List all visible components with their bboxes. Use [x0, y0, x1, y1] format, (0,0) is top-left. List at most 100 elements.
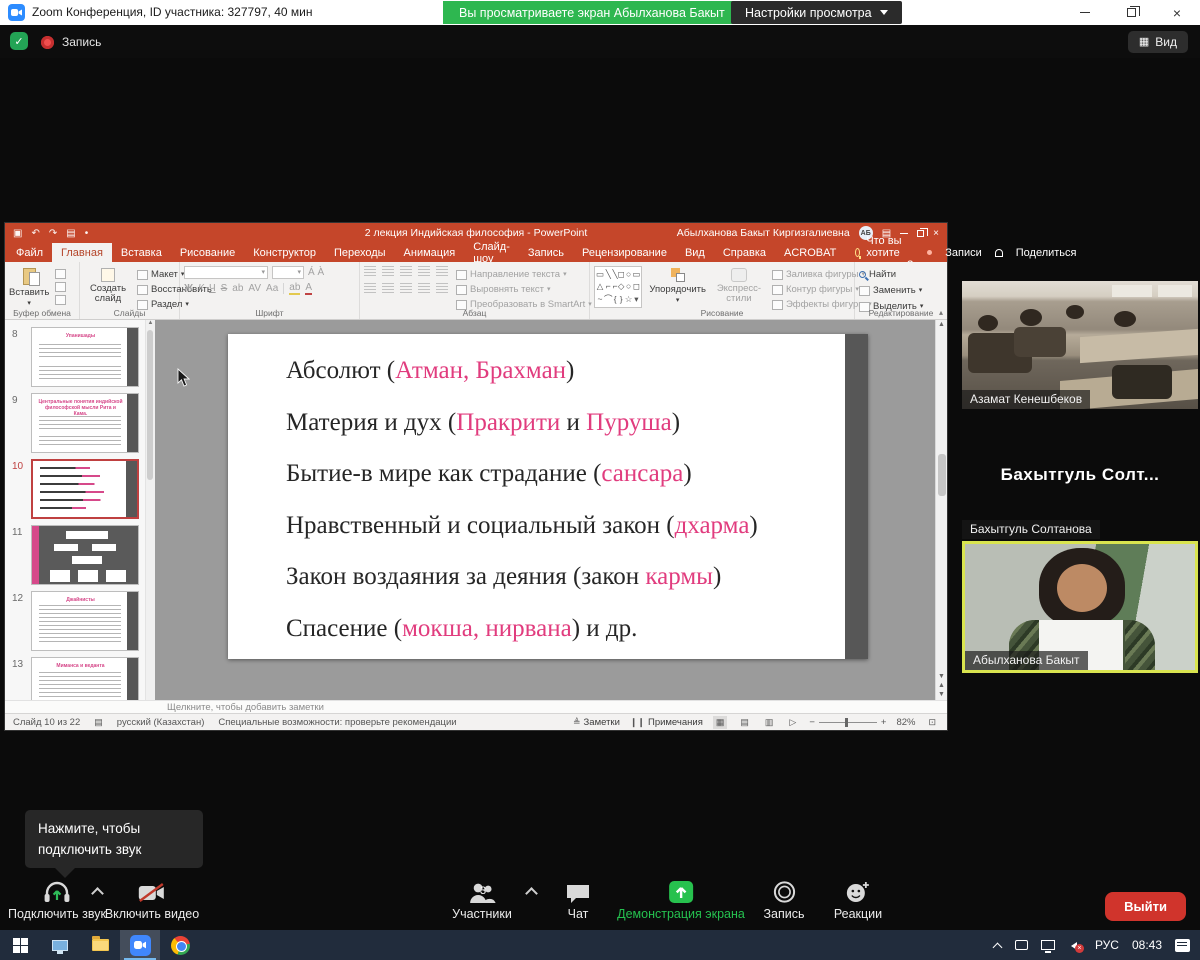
- clock[interactable]: 08:43: [1132, 938, 1162, 952]
- language-indicator[interactable]: РУС: [1095, 938, 1119, 952]
- font-grow-shrink[interactable]: А́ А̀: [308, 267, 324, 278]
- notes-toggle[interactable]: ≜Заметки: [573, 716, 620, 729]
- justify-icon[interactable]: [418, 283, 430, 293]
- records-button[interactable]: Записи: [945, 247, 982, 259]
- tab-review[interactable]: Рецензирование: [573, 243, 676, 262]
- highlight-button[interactable]: ab: [289, 282, 300, 295]
- tab-slideshow[interactable]: Слайд-шоу: [464, 243, 519, 262]
- tab-help[interactable]: Справка: [714, 243, 775, 262]
- normal-view-button[interactable]: ▦: [713, 716, 728, 729]
- view-settings-button[interactable]: Настройки просмотра: [731, 1, 902, 24]
- redo-icon[interactable]: ↷: [49, 228, 57, 239]
- underline-button[interactable]: Ч: [209, 283, 216, 294]
- find-button[interactable]: Найти: [859, 268, 943, 281]
- copy-icon[interactable]: [55, 282, 66, 292]
- align-text-button[interactable]: Выровнять текст▾: [456, 283, 592, 296]
- view-button[interactable]: ▦ Вид: [1128, 31, 1188, 53]
- scroll-up-icon[interactable]: ▲: [936, 321, 947, 328]
- decrease-indent-icon[interactable]: [400, 266, 412, 276]
- vertical-scrollbar[interactable]: ▲ ▼▲▼: [935, 320, 947, 700]
- slide-nav-buttons[interactable]: ▼▲▼: [936, 672, 947, 699]
- share-screen-button[interactable]: Демонстрация экрана: [617, 878, 745, 921]
- current-slide[interactable]: Абсолют (Атман, Брахман) Материя и дух (…: [228, 334, 868, 659]
- participants-options-chevron[interactable]: [527, 886, 537, 896]
- ppt-close-icon[interactable]: ×: [933, 228, 939, 239]
- chat-button[interactable]: Чат: [565, 878, 591, 921]
- start-video-button[interactable]: Включить видео: [105, 878, 199, 921]
- audio-options-chevron[interactable]: [93, 886, 103, 896]
- tell-me-search[interactable]: Что вы хотите сделать?: [845, 243, 927, 262]
- align-left-icon[interactable]: [364, 283, 376, 293]
- cut-icon[interactable]: [55, 269, 66, 279]
- minimize-button[interactable]: [1062, 0, 1108, 25]
- format-painter-icon[interactable]: [55, 295, 66, 305]
- collapse-ribbon-icon[interactable]: ▴: [939, 308, 943, 317]
- display-tray-icon[interactable]: [1015, 940, 1028, 950]
- tab-insert[interactable]: Вставка: [112, 243, 171, 262]
- zoom-in-icon[interactable]: +: [881, 717, 887, 728]
- columns-icon[interactable]: [436, 283, 448, 293]
- tab-view[interactable]: Вид: [676, 243, 714, 262]
- align-center-icon[interactable]: [382, 283, 394, 293]
- spellcheck-icon[interactable]: ▤: [94, 717, 103, 728]
- tab-design[interactable]: Конструктор: [244, 243, 325, 262]
- ppt-restore-icon[interactable]: [917, 230, 924, 237]
- save-icon[interactable]: ▣: [13, 228, 22, 239]
- speaker-muted-icon[interactable]: ×: [1068, 939, 1082, 951]
- strikethrough-button[interactable]: S: [221, 283, 228, 294]
- change-case-button[interactable]: Aa: [266, 283, 278, 294]
- notification-center-icon[interactable]: [1175, 939, 1190, 952]
- network-icon[interactable]: [1041, 940, 1055, 950]
- file-explorer-button[interactable]: [80, 930, 120, 960]
- slide-canvas[interactable]: Абсолют (Атман, Брахман) Материя и дух (…: [155, 320, 935, 700]
- shapes-gallery[interactable]: ▭╲╲◻○▭ △⌐⌐◇○◻ ~⌒{}☆▾: [594, 266, 642, 308]
- leave-button[interactable]: Выйти: [1105, 892, 1186, 921]
- fit-slide-button[interactable]: ⊡: [925, 716, 939, 729]
- join-audio-button[interactable]: Подключить звук: [8, 878, 106, 921]
- zoom-slider-thumb[interactable]: [845, 718, 848, 727]
- reactions-button[interactable]: Реакции: [834, 878, 882, 921]
- zoom-level[interactable]: 82%: [896, 717, 915, 728]
- tab-home[interactable]: Главная: [52, 243, 112, 262]
- hidden-icons-chevron[interactable]: [993, 941, 1002, 950]
- participants-button[interactable]: 3 Участники: [452, 878, 512, 921]
- new-slide-button[interactable]: Создать слайд: [84, 266, 132, 311]
- close-button[interactable]: ×: [1154, 0, 1200, 25]
- zoom-out-icon[interactable]: −: [809, 717, 815, 728]
- font-color-button[interactable]: А: [305, 282, 312, 295]
- start-presentation-icon[interactable]: ▤: [66, 228, 75, 239]
- tab-record[interactable]: Запись: [519, 243, 573, 262]
- comments-toggle[interactable]: ❙❙Примечания: [630, 716, 703, 729]
- paste-button[interactable]: Вставить ▾: [9, 266, 49, 307]
- customize-toolbar-icon[interactable]: •: [85, 228, 89, 239]
- chrome-button[interactable]: [160, 930, 200, 960]
- tab-file[interactable]: Файл: [7, 243, 52, 262]
- language-status[interactable]: русский (Казахстан): [117, 717, 205, 728]
- share-button[interactable]: Поделиться: [1016, 247, 1077, 259]
- thumbnail-scrollbar[interactable]: ▲: [145, 320, 155, 700]
- bullets-icon[interactable]: [364, 266, 376, 276]
- slide-sorter-view-button[interactable]: ▤: [737, 716, 752, 729]
- zoom-slider[interactable]: − +: [809, 717, 886, 728]
- video-tile-azamat[interactable]: Азамат Кенешбеков: [962, 281, 1198, 409]
- taskbar-pc-button[interactable]: [40, 930, 80, 960]
- text-shadow-button[interactable]: ab: [232, 283, 243, 294]
- reading-view-button[interactable]: ▥: [762, 716, 777, 729]
- video-tile-bakhytgul[interactable]: Бахытгуль Солт... Бахытгуль Солтанова: [962, 411, 1198, 539]
- slideshow-view-button[interactable]: ▷: [786, 716, 799, 729]
- scrollbar-thumb[interactable]: [938, 454, 946, 496]
- numbering-icon[interactable]: [382, 266, 394, 276]
- ppt-minimize-icon[interactable]: [900, 233, 908, 234]
- arrange-button[interactable]: Упорядочить ▾: [649, 266, 706, 307]
- bold-button[interactable]: Ж: [184, 283, 193, 294]
- tab-acrobat[interactable]: ACROBAT: [775, 243, 845, 262]
- line-spacing-icon[interactable]: [436, 266, 448, 276]
- accessibility-status[interactable]: Специальные возможности: проверьте реком…: [218, 717, 456, 728]
- tab-animations[interactable]: Анимация: [395, 243, 465, 262]
- tab-transitions[interactable]: Переходы: [325, 243, 395, 262]
- account-name[interactable]: Абылханова Бакыт Киргизгалиевна: [677, 227, 850, 239]
- security-shield-icon[interactable]: ✓: [10, 32, 28, 50]
- start-button[interactable]: [0, 930, 40, 960]
- zoom-taskbar-button[interactable]: [120, 930, 160, 960]
- align-right-icon[interactable]: [400, 283, 412, 293]
